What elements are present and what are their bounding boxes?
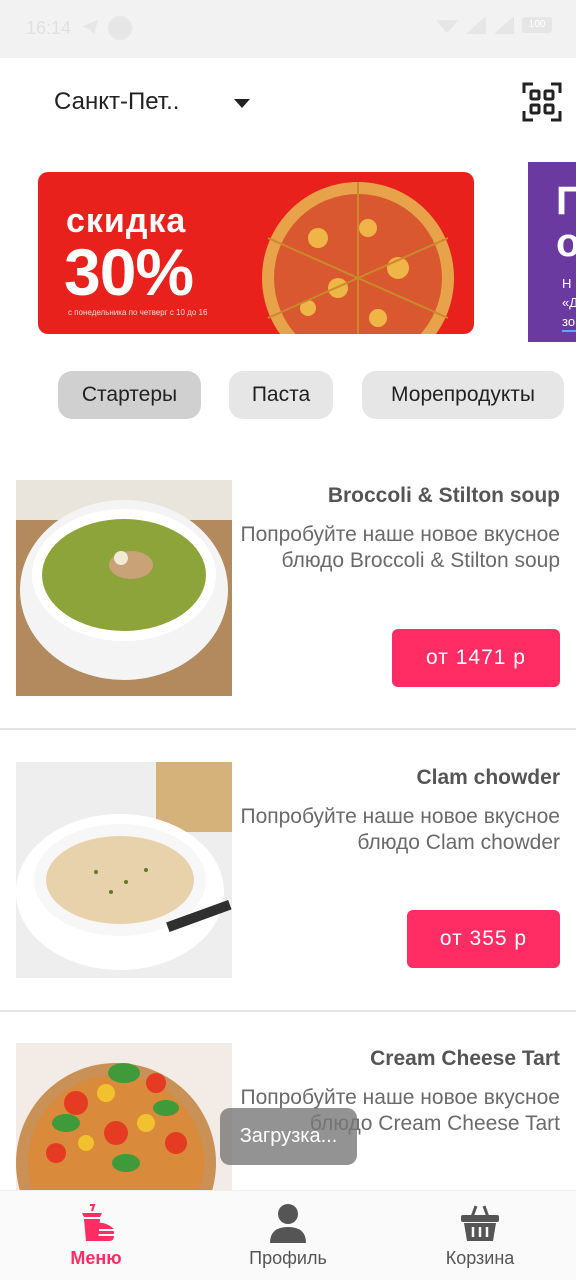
tab-pasta[interactable]: Паста [229, 371, 333, 419]
burger-drink-icon [82, 1204, 114, 1241]
signal-icon [466, 16, 486, 34]
nav-item-profile[interactable]: Профиль [192, 1191, 384, 1280]
qr-code-icon[interactable] [522, 82, 562, 122]
bottom-navigation: Меню Профиль Корзина [0, 1190, 576, 1280]
product-name: Cream Cheese Tart [370, 1047, 560, 1070]
promo-carousel[interactable]: скидка 30% с понедельника по четверг с 1… [0, 160, 576, 346]
product-name: Broccoli & Stilton soup [327, 484, 560, 507]
product-name: Clam chowder [416, 766, 560, 789]
status-time: 16:14 [26, 18, 72, 38]
nav-label: Корзина [445, 1248, 515, 1268]
battery-icon: 100 [522, 17, 552, 33]
wifi-icon [436, 20, 458, 33]
product-card-clam-chowder[interactable]: Clam chowder Попробуйте наше новое вкусн… [0, 762, 576, 1012]
person-icon [270, 1204, 306, 1243]
chevron-down-icon[interactable] [234, 99, 250, 108]
basket-icon [461, 1205, 499, 1241]
price-button[interactable]: от 1471 р [392, 629, 560, 687]
notification-icon [108, 16, 132, 40]
city-selector[interactable]: Санкт-Пет.. [54, 88, 179, 116]
nav-label: Меню [70, 1248, 122, 1268]
banner2-title: По [556, 179, 576, 265]
status-icons: 100 [436, 16, 552, 34]
signal-icon-2 [494, 16, 514, 34]
category-tabs: Стартеры Паста Морепродукты [0, 370, 576, 420]
product-card-broccoli-soup[interactable]: Broccoli & Stilton soup Попробуйте наше … [0, 480, 576, 730]
pizza-image [262, 182, 454, 334]
tab-starters[interactable]: Стартеры [58, 371, 201, 419]
product-description: Попробуйте наше новое вкусное блюдо Broc… [240, 523, 560, 572]
banner2-text: Н «Д зо [562, 276, 576, 329]
product-description: Попробуйте наше новое вкусное блюдо Clam… [240, 805, 560, 854]
product-image [16, 480, 232, 696]
promo-banner-discount[interactable]: скидка 30% с понедельника по четверг с 1… [38, 172, 474, 334]
top-bar: Санкт-Пет.. [0, 58, 576, 150]
nav-item-cart[interactable]: Корзина [384, 1191, 576, 1280]
status-bar: 16:14 100 [0, 0, 576, 58]
telegram-icon [82, 20, 98, 34]
banner-percent: 30% [64, 235, 194, 309]
product-image [16, 1043, 232, 1193]
loading-toast: Загрузка... [220, 1108, 357, 1165]
nav-item-menu[interactable]: Меню [0, 1191, 192, 1280]
tab-seafood[interactable]: Морепродукты [362, 371, 564, 419]
banner-subtitle: с понедельника по четверг с 10 до 16 [68, 308, 208, 317]
price-button[interactable]: от 355 р [407, 910, 560, 968]
promo-banner-second[interactable]: По Н «Д зо [528, 162, 576, 342]
product-image [16, 762, 232, 978]
banner2-link [562, 330, 576, 332]
nav-label: Профиль [249, 1248, 327, 1268]
